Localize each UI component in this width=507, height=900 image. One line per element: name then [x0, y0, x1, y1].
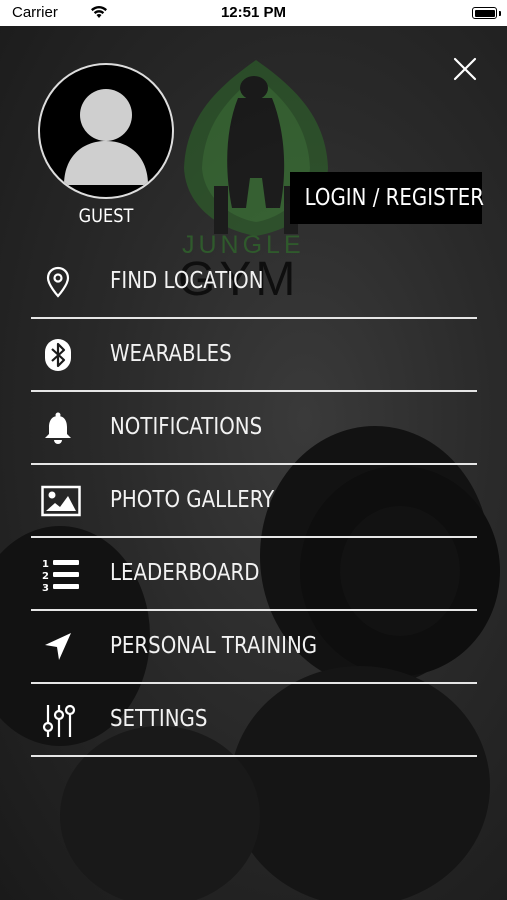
menu-item-settings[interactable]: SETTINGS: [31, 684, 477, 757]
menu-item-label: WEARABLES: [110, 341, 232, 367]
clock: 12:51 PM: [220, 4, 287, 21]
menu-item-find-location[interactable]: FIND LOCATION: [31, 246, 477, 319]
menu-item-photo-gallery[interactable]: PHOTO GALLERY: [31, 465, 477, 538]
svg-text:2: 2: [42, 571, 49, 582]
status-bar: Carrier 12:51 PM: [0, 0, 507, 26]
profile-name: GUEST: [78, 205, 134, 227]
side-menu: FIND LOCATION WEARABLES NOTIFICATIONS PH…: [31, 246, 477, 757]
sliders-icon: [41, 703, 76, 737]
menu-item-notifications[interactable]: NOTIFICATIONS: [31, 392, 477, 465]
menu-item-label: LEADERBOARD: [110, 560, 260, 586]
bluetooth-icon: [41, 338, 75, 372]
login-register-label: LOGIN / REGISTER: [304, 185, 484, 211]
menu-item-label: PHOTO GALLERY: [110, 487, 275, 513]
menu-item-personal-training[interactable]: PERSONAL TRAINING: [31, 611, 477, 684]
menu-item-label: SETTINGS: [110, 706, 208, 732]
bell-icon: [41, 411, 75, 445]
battery-icon: [472, 7, 501, 19]
person-icon: [64, 89, 148, 185]
svg-text:1: 1: [42, 559, 49, 570]
navigation-arrow-icon: [41, 630, 75, 664]
location-pin-icon: [41, 265, 75, 299]
login-register-button[interactable]: LOGIN / REGISTER: [290, 172, 484, 224]
menu-item-wearables[interactable]: WEARABLES: [31, 319, 477, 392]
menu-item-label: PERSONAL TRAINING: [110, 633, 318, 659]
svg-text:3: 3: [42, 583, 49, 593]
ranked-list-icon: 1 2 3: [41, 557, 79, 594]
menu-item-leaderboard[interactable]: 1 2 3 LEADERBOARD: [31, 538, 477, 611]
close-button[interactable]: [452, 56, 478, 82]
avatar[interactable]: [38, 63, 174, 199]
close-icon: [453, 57, 477, 81]
menu-item-label: NOTIFICATIONS: [110, 414, 263, 440]
menu-item-label: FIND LOCATION: [110, 268, 264, 294]
photo-icon: [41, 484, 81, 518]
